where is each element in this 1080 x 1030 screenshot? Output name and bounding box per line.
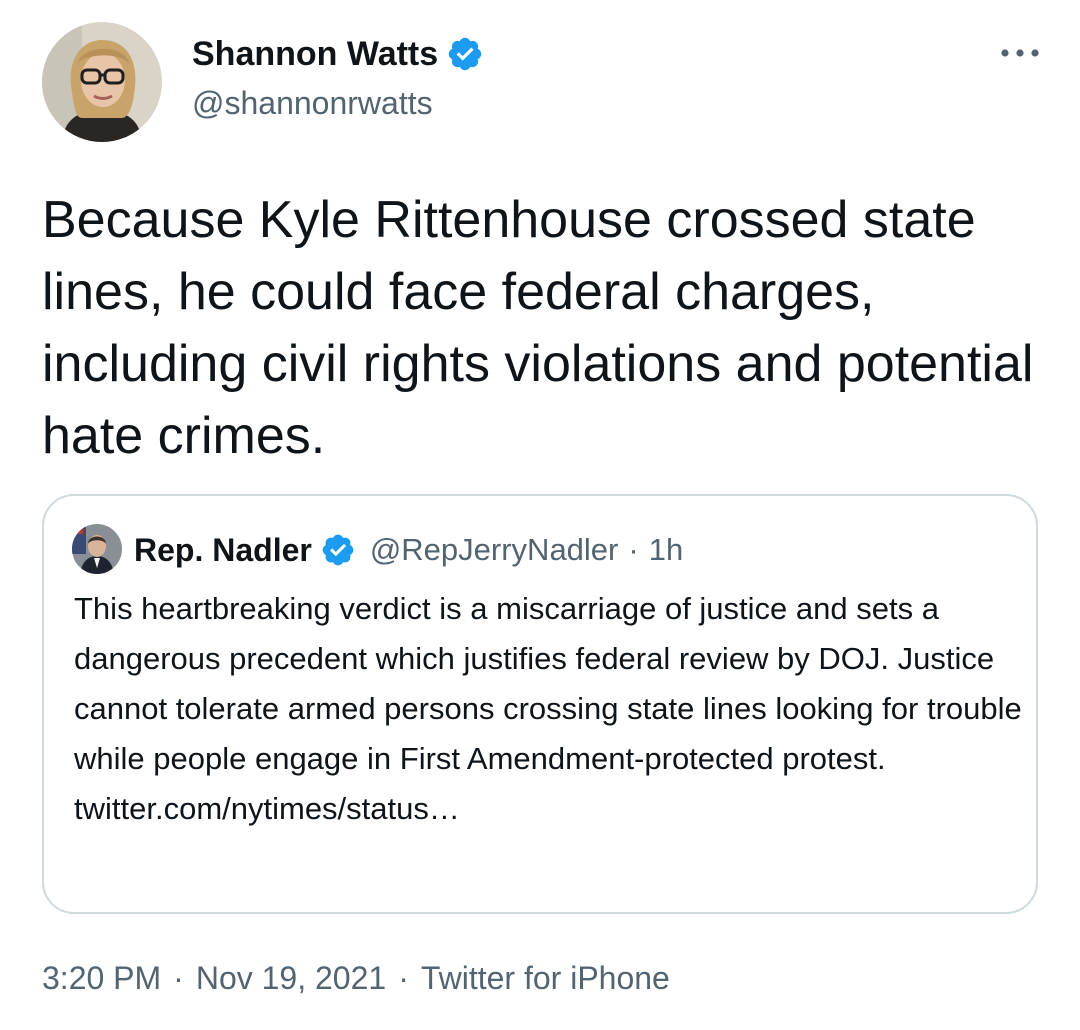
tweet-text: Because Kyle Rittenhouse crossed state l… bbox=[42, 191, 1034, 465]
tweet: Shannon Watts @shannonrwatts Because Kyl… bbox=[0, 0, 1080, 1030]
author-avatar[interactable] bbox=[42, 22, 162, 142]
quoted-author-name: Rep. Nadler bbox=[134, 531, 312, 568]
verified-badge-icon bbox=[448, 37, 482, 71]
more-options-icon[interactable] bbox=[998, 38, 1042, 68]
quoted-avatar-image bbox=[72, 524, 122, 574]
quoted-text-body: This heartbreaking verdict is a miscarri… bbox=[74, 591, 1022, 776]
author-avatar-image bbox=[42, 22, 162, 142]
quoted-separator: · bbox=[628, 532, 639, 567]
quoted-verified-badge-icon bbox=[322, 534, 354, 566]
author-name[interactable]: Shannon Watts bbox=[192, 34, 438, 74]
quoted-link[interactable]: twitter.com/nytimes/status… bbox=[74, 784, 1024, 834]
tweet-time[interactable]: 3:20 PM bbox=[42, 960, 161, 996]
meta-separator: · bbox=[173, 960, 184, 996]
quoted-timestamp: 1h bbox=[648, 532, 684, 567]
author-handle[interactable]: @shannonrwatts bbox=[192, 84, 433, 122]
quoted-author-handle: @RepJerryNadler bbox=[369, 532, 619, 567]
author-name-row[interactable]: Shannon Watts bbox=[192, 34, 484, 74]
quoted-tweet-text: This heartbreaking verdict is a miscarri… bbox=[74, 584, 1024, 834]
meta-separator-2: · bbox=[398, 960, 409, 996]
quoted-header: Rep. Nadler @RepJerryNadler · 1h bbox=[134, 528, 683, 572]
tweet-date[interactable]: Nov 19, 2021 bbox=[196, 960, 386, 996]
tweet-metadata: 3:20 PM · Nov 19, 2021 · Twitter for iPhone bbox=[42, 956, 670, 1000]
quoted-author-avatar bbox=[72, 524, 122, 574]
tweet-source[interactable]: Twitter for iPhone bbox=[421, 960, 670, 996]
